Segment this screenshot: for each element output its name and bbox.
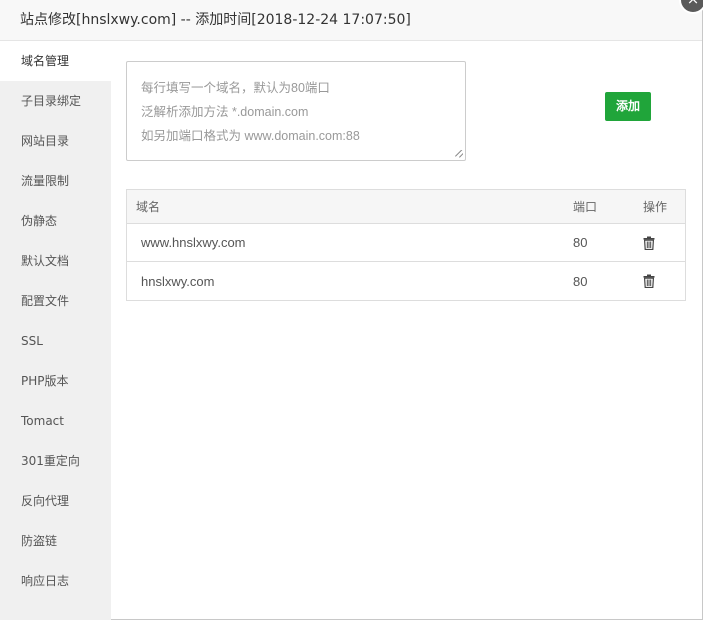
sidebar-item-subdirectory-binding[interactable]: 子目录绑定 [0,81,111,121]
domain-input-placeholder-line-2: 泛解析添加方法 *.domain.com [141,105,309,119]
dialog-title: 站点修改[hnslxwy.com] -- 添加时间[2018-12-24 17:… [0,0,702,41]
domain-input-placeholder-line-3: 如另加端口格式为 www.domain.com:88 [141,129,360,143]
sidebar: 域名管理 子目录绑定 网站目录 流量限制 伪静态 默认文档 配置文件 SSL P… [0,41,111,620]
domain-cell: hnslxwy.com [141,273,215,289]
delete-domain-button[interactable] [643,262,655,300]
sidebar-item-domain-management[interactable]: 域名管理 [0,41,111,81]
port-cell: 80 [573,235,588,250]
resize-grip-icon[interactable] [455,150,463,158]
table-row: hnslxwy.com 80 [127,262,685,300]
sidebar-item-traffic-limit[interactable]: 流量限制 [0,161,111,201]
domain-input-placeholder-line-1: 每行填写一个域名，默认为80端口 [141,81,330,95]
delete-domain-button[interactable] [643,224,655,261]
column-header-port: 端口 [573,200,598,214]
site-edit-dialog: 站点修改[hnslxwy.com] -- 添加时间[2018-12-24 17:… [0,0,703,620]
column-header-domain: 域名 [136,200,161,214]
table-row: www.hnslxwy.com 80 [127,224,685,262]
sidebar-item-hotlink-protection[interactable]: 防盗链 [0,521,111,561]
sidebar-item-config-file[interactable]: 配置文件 [0,281,111,321]
add-domain-button[interactable]: 添加 [605,92,651,121]
table-header-row: 域名 端口 操作 [127,190,685,224]
port-cell: 80 [573,273,588,289]
sidebar-item-response-log[interactable]: 响应日志 [0,561,111,601]
sidebar-item-301-redirect[interactable]: 301重定向 [0,441,111,481]
sidebar-item-reverse-proxy[interactable]: 反向代理 [0,481,111,521]
sidebar-item-ssl[interactable]: SSL [0,321,111,361]
domain-cell: www.hnslxwy.com [141,235,246,250]
sidebar-item-default-document[interactable]: 默认文档 [0,241,111,281]
domain-management-panel: 每行填写一个域名，默认为80端口 泛解析添加方法 *.domain.com 如另… [111,41,702,619]
trash-icon[interactable] [643,236,655,250]
sidebar-item-tomcat[interactable]: Tomact [0,401,111,441]
sidebar-item-site-directory[interactable]: 网站目录 [0,121,111,161]
sidebar-item-rewrite[interactable]: 伪静态 [0,201,111,241]
column-header-action: 操作 [643,200,668,214]
domain-input[interactable]: 每行填写一个域名，默认为80端口 泛解析添加方法 *.domain.com 如另… [126,61,466,161]
sidebar-item-php-version[interactable]: PHP版本 [0,361,111,401]
trash-icon[interactable] [643,274,655,288]
domain-table: 域名 端口 操作 www.hnslxwy.com 80 hnslxwy.com … [126,189,686,301]
